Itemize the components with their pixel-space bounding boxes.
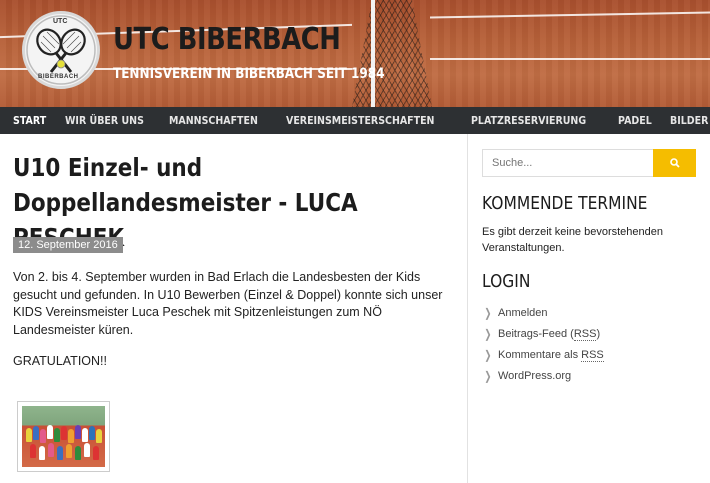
feed-suffix: ) [596, 327, 601, 340]
chevron-right-icon: ❯ [484, 347, 492, 362]
nav-item-padel[interactable]: PADEL [618, 114, 652, 127]
site-logo[interactable]: UTC BIBERBACH [22, 11, 100, 89]
site-header: UTC BIBERBACH UTC BIBERBACH TENNISVEREIN… [0, 0, 710, 107]
net-post [371, 0, 375, 107]
anmelden-link[interactable]: Anmelden [498, 307, 548, 319]
team-photo [22, 406, 105, 467]
post-paragraph: Von 2. bis 4. September wurden in Bad Er… [13, 270, 443, 337]
comments-feed-link[interactable]: Kommentare als RSS [498, 348, 604, 362]
login-links: ❯ Anmelden ❯ Beitrags-Feed (RSS) ❯ Komme… [482, 302, 604, 386]
main-navigation: START WIR ÜBER UNS MANNSCHAFTEN VEREINSM… [0, 107, 710, 134]
nav-item-wir-ueber-uns[interactable]: WIR ÜBER UNS [65, 114, 144, 127]
post-body: Von 2. bis 4. September wurden in Bad Er… [13, 269, 453, 385]
termine-text: Es gibt derzeit keine bevorstehenden Ver… [482, 226, 664, 254]
court-line [430, 11, 710, 19]
chevron-right-icon: ❯ [484, 305, 492, 320]
rss-abbr: RSS [573, 327, 597, 341]
post-image-thumbnail[interactable] [17, 401, 110, 472]
content-sidebar-divider [467, 134, 468, 483]
logo-text-bottom: BIBERBACH [38, 74, 79, 80]
nav-item-bilder[interactable]: BILDER [670, 114, 708, 127]
search-input[interactable] [482, 149, 654, 177]
list-item: ❯ Kommentare als RSS [482, 344, 604, 365]
list-item: ❯ WordPress.org [482, 365, 604, 386]
site-tagline: TENNISVEREIN IN BIBERBACH SEIT 1984 [113, 66, 385, 82]
widget-title-termine: KOMMENDE TERMINE [482, 193, 648, 214]
search-icon [669, 158, 680, 168]
feed-prefix: Beitrags-Feed ( [498, 327, 574, 340]
post-date-badge[interactable]: 12. September 2016 [13, 237, 123, 253]
nav-item-start[interactable]: START [13, 114, 46, 127]
nav-item-mannschaften[interactable]: MANNSCHAFTEN [169, 114, 258, 127]
nav-item-platzreservierung[interactable]: PLATZRESERVIERUNG [471, 114, 586, 127]
entries-feed-link[interactable]: Beitrags-Feed (RSS) [498, 327, 601, 341]
post-article: U10 Einzel- und Doppellandesmeister - LU… [13, 150, 453, 472]
chevron-right-icon: ❯ [484, 368, 492, 383]
court-line [430, 58, 710, 60]
search-button[interactable] [653, 149, 696, 177]
post-paragraph: GRATULATION!! [13, 354, 107, 368]
nav-item-vereinsmeisterschaften[interactable]: VEREINSMEISTERSCHAFTEN [286, 114, 434, 127]
list-item: ❯ Beitrags-Feed (RSS) [482, 323, 604, 344]
site-title[interactable]: UTC BIBERBACH [113, 22, 341, 57]
chevron-right-icon: ❯ [484, 326, 492, 341]
list-item: ❯ Anmelden [482, 302, 604, 323]
rss-abbr: RSS [581, 348, 604, 362]
logo-text-top: UTC [53, 18, 68, 25]
tennis-net [352, 0, 432, 107]
widget-title-login: LOGIN [482, 271, 531, 292]
comments-prefix: Kommentare als [498, 348, 582, 361]
wordpress-link[interactable]: WordPress.org [498, 370, 571, 382]
